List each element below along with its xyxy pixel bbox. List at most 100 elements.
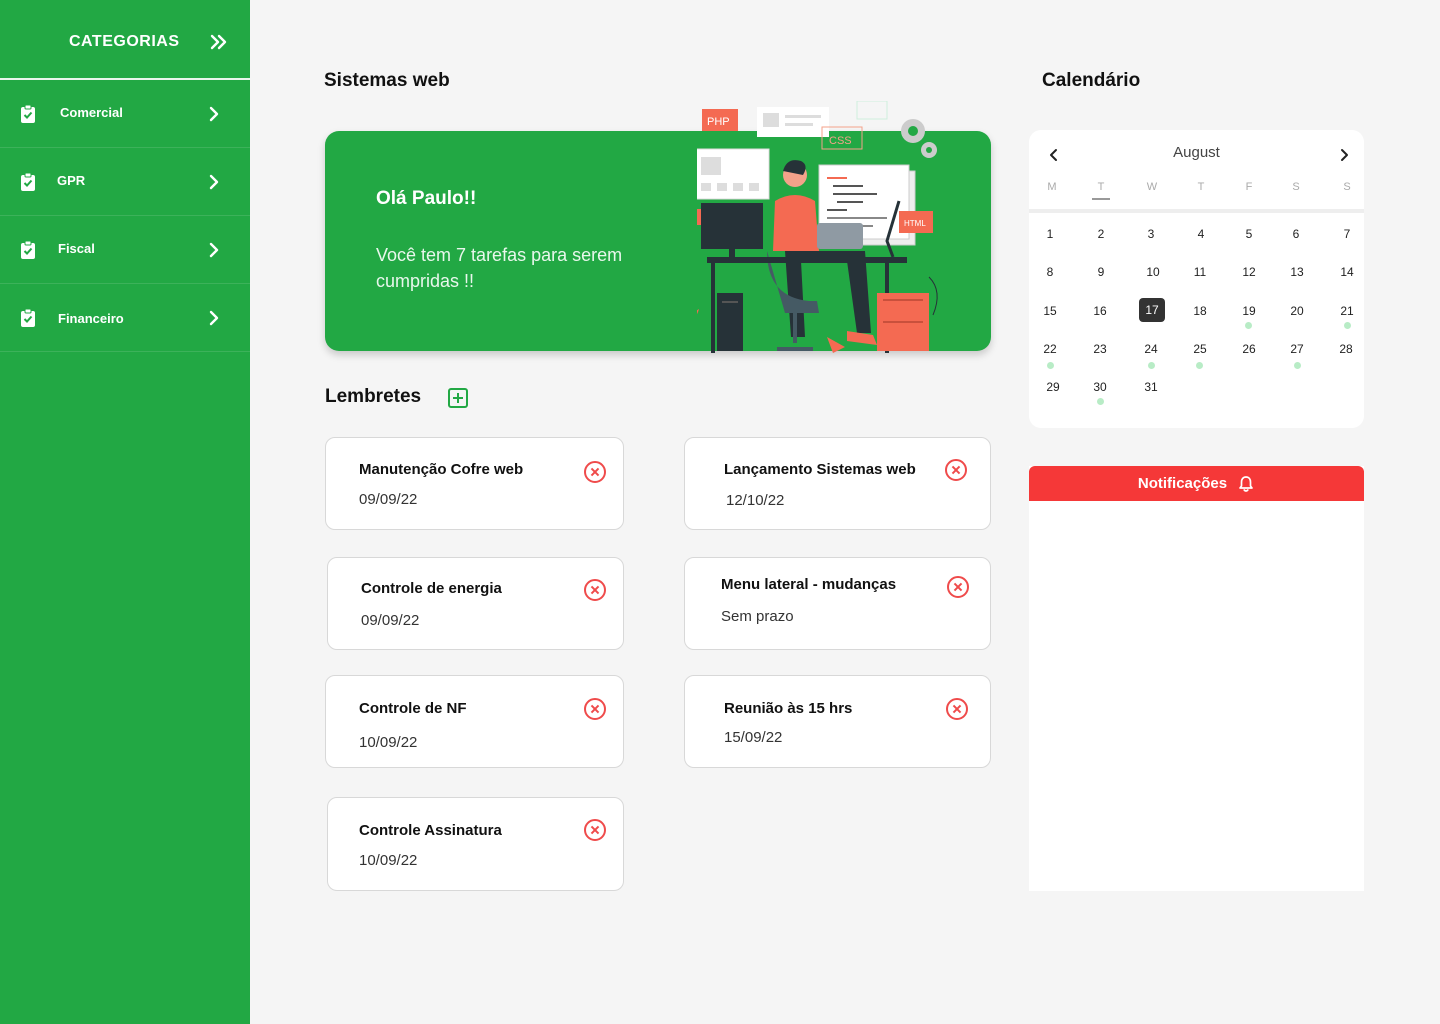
calendar-day[interactable]: 3 (1138, 222, 1164, 246)
reminder-card[interactable]: Controle Assinatura 10/09/22 (327, 797, 624, 891)
html-tag-label: HTML (904, 219, 926, 228)
calendar-day[interactable]: 10 (1140, 260, 1166, 284)
add-reminder-button[interactable] (448, 388, 468, 408)
calendar-day[interactable]: 23 (1087, 337, 1113, 361)
calendar-day[interactable]: 8 (1037, 260, 1063, 284)
reminder-title: Lançamento Sistemas web (724, 461, 916, 478)
notifications-header[interactable]: Notificações (1029, 466, 1364, 501)
calendar-day[interactable]: 31 (1138, 375, 1164, 399)
calendar-day[interactable]: 1 (1037, 222, 1063, 246)
event-dot (1148, 362, 1155, 369)
reminder-card[interactable]: Controle de energia 09/09/22 (327, 557, 624, 650)
reminder-title: Controle de energia (361, 580, 502, 597)
calendar-day[interactable]: 22 (1037, 337, 1063, 361)
calendar-day[interactable]: 28 (1333, 337, 1359, 361)
clipboard-check-icon (21, 104, 35, 123)
notifications-title: Notificações (1137, 475, 1228, 492)
calendar-day[interactable]: 7 (1334, 222, 1360, 246)
sidebar-title: CATEGORIAS (69, 33, 180, 50)
calendar-day[interactable]: 18 (1187, 299, 1213, 323)
sidebar-item-comercial[interactable]: Comercial (0, 80, 250, 148)
reminder-date: 12/10/22 (726, 492, 785, 509)
reminder-title: Controle de NF (359, 700, 467, 717)
close-circle-icon[interactable] (945, 459, 967, 481)
weekday-label: S (1292, 181, 1300, 193)
clipboard-check-icon (21, 172, 35, 191)
event-dot (1196, 362, 1203, 369)
calendar-day[interactable]: 5 (1236, 222, 1262, 246)
clipboard-check-icon (21, 240, 35, 259)
chevron-right-icon (209, 310, 219, 326)
close-circle-icon[interactable] (584, 461, 606, 483)
sidebar-item-fiscal[interactable]: Fiscal (0, 216, 250, 284)
weekday-label: W (1146, 181, 1158, 193)
calendar-day[interactable]: 9 (1088, 260, 1114, 284)
calendar-day[interactable]: 26 (1236, 337, 1262, 361)
sidebar-item-label: Fiscal (58, 241, 95, 256)
chevron-right-icon[interactable] (1337, 148, 1351, 162)
close-circle-icon[interactable] (947, 576, 969, 598)
sidebar-item-label: GPR (57, 173, 86, 188)
weekday-label: T (1086, 181, 1116, 200)
calendar-day[interactable]: 16 (1087, 299, 1113, 323)
calendar-title: Calendário (1042, 70, 1141, 91)
calendar-day[interactable]: 12 (1236, 260, 1262, 284)
reminder-title: Manutenção Cofre web (359, 461, 524, 478)
close-circle-icon[interactable] (584, 819, 606, 841)
calendar-day[interactable]: 4 (1188, 222, 1214, 246)
calendar-day[interactable]: 19 (1236, 299, 1262, 323)
sidebar-item-label: Financeiro (58, 311, 124, 326)
double-chevron-right-icon[interactable] (208, 31, 230, 53)
reminder-date: 09/09/22 (359, 491, 418, 508)
calendar-day[interactable]: 27 (1284, 337, 1310, 361)
calendar-day[interactable]: 29 (1040, 375, 1066, 399)
calendar-day[interactable]: 11 (1187, 260, 1213, 284)
calendar-day[interactable]: 20 (1284, 299, 1310, 323)
calendar-day[interactable]: 24 (1138, 337, 1164, 361)
calendar-day[interactable]: 15 (1037, 299, 1063, 323)
clipboard-check-icon (21, 308, 35, 327)
chevron-right-icon (209, 242, 219, 258)
reminder-card[interactable]: Manutenção Cofre web 09/09/22 (325, 437, 624, 530)
welcome-banner: Olá Paulo!! Você tem 7 tarefas para sere… (325, 101, 991, 353)
sidebar-item-financeiro[interactable]: Financeiro (0, 284, 250, 352)
reminder-date: Sem prazo (721, 608, 794, 625)
chevron-right-icon (209, 106, 219, 122)
event-dot (1344, 322, 1351, 329)
close-circle-icon[interactable] (584, 698, 606, 720)
reminder-card[interactable]: Reunião às 15 hrs 15/09/22 (684, 675, 991, 768)
calendar-day[interactable]: 13 (1284, 260, 1310, 284)
calendar-day[interactable]: 21 (1334, 299, 1360, 323)
reminder-date: 10/09/22 (359, 852, 418, 869)
sidebar-item-label: Comercial (60, 105, 123, 120)
weekday-label: F (1245, 181, 1253, 193)
weekday-label: T (1197, 181, 1205, 193)
close-circle-icon[interactable] (584, 579, 606, 601)
reminder-date: 09/09/22 (361, 612, 420, 629)
close-circle-icon[interactable] (946, 698, 968, 720)
sidebar-item-gpr[interactable]: GPR (0, 148, 250, 216)
reminder-date: 10/09/22 (359, 734, 418, 751)
calendar-day[interactable]: 2 (1088, 222, 1114, 246)
calendar-widget: August M T W T F S S 1 2 3 4 5 6 7 8 9 1… (1029, 130, 1364, 428)
calendar-day[interactable]: 6 (1283, 222, 1309, 246)
calendar-day[interactable]: 25 (1187, 337, 1213, 361)
event-dot (1097, 398, 1104, 405)
greeting: Olá Paulo!! (376, 188, 477, 209)
reminder-card[interactable]: Lançamento Sistemas web 12/10/22 (684, 437, 991, 530)
tasks-message: Você tem 7 tarefas para serem cumpridas … (376, 245, 623, 291)
reminder-date: 15/09/22 (724, 729, 783, 746)
reminder-card[interactable]: Menu lateral - mudanças Sem prazo (684, 557, 991, 650)
calendar-day[interactable]: 14 (1334, 260, 1360, 284)
php-tag-label: PHP (707, 116, 730, 128)
notifications-panel: Notificações (1029, 466, 1364, 891)
calendar-day[interactable]: 30 (1087, 375, 1113, 399)
reminder-card[interactable]: Controle de NF 10/09/22 (325, 675, 624, 768)
chevron-right-icon (209, 174, 219, 190)
developer-illustration: PHP CSS HTML (697, 101, 938, 353)
bell-icon (1239, 475, 1253, 492)
calendar-day-selected[interactable]: 17 (1139, 298, 1165, 322)
reminder-title: Controle Assinatura (359, 822, 502, 839)
weekday-label: M (1047, 181, 1057, 193)
calendar-month: August (1173, 144, 1220, 161)
